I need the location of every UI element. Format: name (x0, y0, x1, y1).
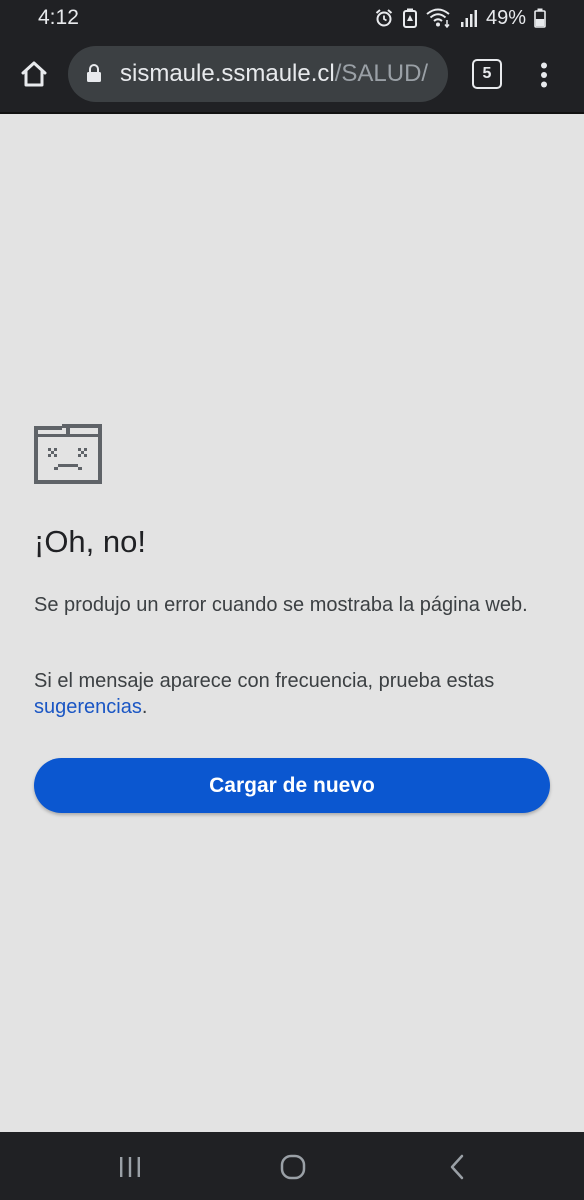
status-bar: 4:12 49% (0, 0, 584, 36)
reload-button[interactable]: Cargar de nuevo (34, 758, 550, 813)
home-circle-icon[interactable] (280, 1154, 306, 1185)
suggestion-suffix: . (141, 696, 148, 718)
back-icon[interactable] (446, 1154, 468, 1185)
home-icon (21, 61, 47, 87)
error-message: Se produjo un error cuando se mostraba l… (34, 594, 528, 616)
lock-icon[interactable] (86, 63, 102, 88)
suggestions-link[interactable]: sugerencias (34, 696, 142, 718)
sad-page-icon (34, 424, 102, 489)
url-text[interactable]: sismaule.ssmaule.cl/SALUD/ (120, 60, 438, 88)
url-host: sismaule.ssmaule.cl (120, 60, 335, 87)
battery-percent: 49% (485, 6, 526, 29)
error-suggestion: Si el mensaje aparece con frecuencia, pr… (34, 668, 554, 720)
home-button[interactable] (16, 56, 52, 92)
battery-saver-icon (402, 8, 418, 28)
wifi-icon (426, 8, 452, 28)
alarm-icon (374, 8, 394, 28)
error-title: ¡Oh, no! (34, 524, 146, 559)
tab-count: 5 (482, 65, 492, 82)
signal-icon (460, 8, 478, 28)
status-time: 4:12 (38, 6, 79, 29)
suggestion-prefix: Si el mensaje aparece con frecuencia, pr… (34, 670, 495, 692)
more-vert-icon (541, 62, 547, 88)
tab-switcher-button[interactable]: 5 (472, 59, 502, 89)
battery-icon (534, 8, 546, 28)
more-menu-button[interactable] (532, 60, 556, 90)
error-page: ¡Oh, no! Se produjo un error cuando se m… (0, 114, 584, 1132)
url-bar[interactable]: sismaule.ssmaule.cl/SALUD/ (68, 46, 448, 102)
system-nav-bar (0, 1132, 584, 1200)
url-path: /SALUD/ (334, 60, 429, 87)
status-icons: 49% (374, 6, 546, 30)
browser-toolbar: sismaule.ssmaule.cl/SALUD/ 5 (0, 36, 584, 114)
recents-icon[interactable] (118, 1156, 142, 1183)
